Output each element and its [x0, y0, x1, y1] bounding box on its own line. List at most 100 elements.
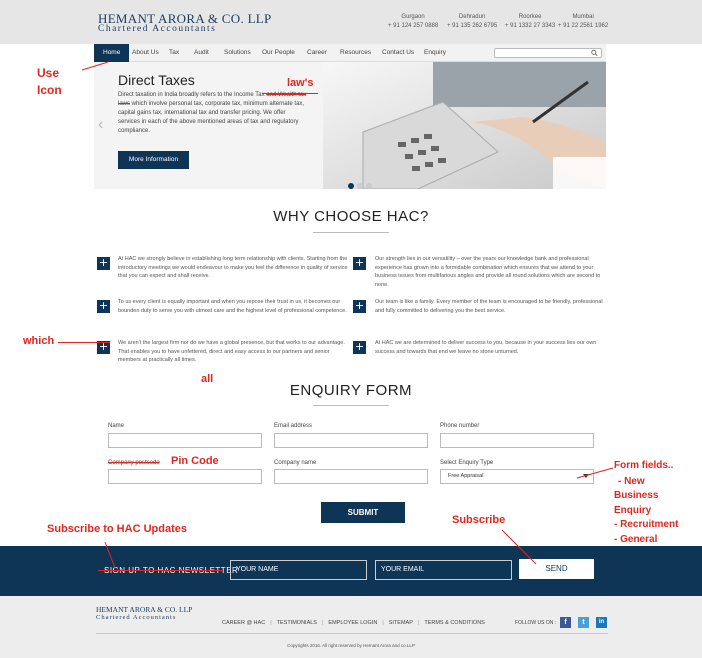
- name-field[interactable]: [108, 433, 262, 448]
- logo-subtitle: Chartered Accountants: [98, 24, 217, 34]
- facebook-icon[interactable]: f: [560, 617, 571, 628]
- title-divider: [313, 232, 389, 233]
- carousel-dot[interactable]: [357, 183, 363, 189]
- annotation-subscribe-updates: Subscribe to HAC Updates: [47, 523, 187, 535]
- annotation-form-fields: Enquiry: [614, 505, 652, 516]
- office-city: Gurgaon: [401, 14, 425, 20]
- footer-separator: |: [270, 620, 272, 626]
- annotation-arrow: [576, 467, 614, 479]
- title-divider: [313, 405, 389, 406]
- carousel-dot[interactable]: [348, 183, 354, 189]
- footer-separator: |: [321, 620, 324, 626]
- why-choose-title: WHY CHOOSE HAC?: [273, 208, 429, 225]
- plus-icon: +: [97, 256, 110, 270]
- name-label: Name: [108, 423, 125, 429]
- annotation-form-fields: - General: [614, 534, 658, 545]
- nav-item-contact-us[interactable]: Contact Us: [382, 44, 414, 62]
- office-dehradun: Dehradun + 91 135 262 6795: [447, 13, 497, 31]
- banner-text-part: Direct taxation in India broadly refers …: [118, 92, 267, 98]
- plus-icon: +: [353, 256, 366, 270]
- phone-label: Phone number: [440, 423, 480, 429]
- banner-title: Direct Taxes: [118, 72, 195, 88]
- plus-icon: +: [353, 299, 366, 313]
- search-input[interactable]: [494, 48, 602, 58]
- nav-item-solutions[interactable]: Solutions: [224, 44, 251, 62]
- enquiry-type-value: Free Appraisal: [448, 473, 484, 479]
- annotation-line: [98, 570, 223, 571]
- footer-link-employee-login[interactable]: EMPLOYEE LOGIN: [328, 620, 377, 626]
- office-city: Roorkee: [518, 14, 542, 20]
- postcode-field[interactable]: [108, 469, 262, 484]
- annotation-form-fields: - New: [618, 476, 645, 487]
- plus-icon: +: [97, 299, 110, 313]
- submit-button[interactable]: SUBMIT: [321, 502, 405, 523]
- nav-item-audit[interactable]: Audit: [194, 44, 209, 62]
- annotation-pin-code: Pin Code: [171, 455, 219, 467]
- footer-divider: [96, 633, 608, 634]
- linkedin-icon[interactable]: in: [596, 617, 607, 628]
- enquiry-form-title: ENQUIRY FORM: [289, 382, 413, 399]
- footer-logo-subtitle: Chartered Accountants: [96, 614, 177, 621]
- nav-item-our-people[interactable]: Our People: [262, 44, 295, 62]
- more-information-button[interactable]: More Information: [118, 151, 189, 169]
- why-item: To us every client is equally important …: [118, 299, 347, 314]
- enquiry-type-label: Select Enquiry Type: [440, 460, 494, 466]
- follow-us-label: FOLLOW US ON :: [515, 620, 557, 626]
- annotation-which: which: [23, 335, 55, 347]
- office-phone: + 91 1332 27 3343: [505, 23, 556, 29]
- annotation-arrow: [501, 529, 537, 565]
- annotation-arrow: [81, 61, 109, 71]
- annotation-line: [58, 342, 110, 343]
- carousel-dots: [348, 176, 375, 189]
- annotation-laws: law's: [287, 77, 314, 89]
- annotation-subscribe: Subscribe: [452, 514, 506, 526]
- nav-item-tax[interactable]: Tax: [169, 44, 179, 62]
- enquiry-type-select[interactable]: Free Appraisal: [440, 469, 594, 484]
- banner-description: Direct taxation in India broadly refers …: [118, 91, 308, 136]
- office-roorkee: Roorkee + 91 1332 27 3343: [505, 13, 555, 31]
- footer-separator: |: [382, 620, 384, 626]
- office-city: Mumbai: [572, 14, 594, 20]
- nav-item-enquiry[interactable]: Enquiry: [424, 44, 446, 62]
- footer-separator: |: [417, 620, 420, 626]
- office-phone: + 91 124 257 0888: [388, 23, 439, 29]
- annotation-all: all: [201, 373, 214, 385]
- main-nav: Home About Us Tax Audit Solutions Our Pe…: [94, 44, 606, 62]
- footer-link-sitemap[interactable]: SITEMAP: [389, 620, 413, 626]
- carousel-dot[interactable]: [366, 183, 372, 189]
- nav-item-career[interactable]: Career: [307, 44, 327, 62]
- footer-link-terms[interactable]: TERMS & CONDITIONS: [424, 620, 485, 626]
- company-field[interactable]: [274, 469, 428, 484]
- newsletter-name-input[interactable]: YOUR NAME: [230, 560, 367, 580]
- footer: HEMANT ARORA & CO. LLP Chartered Account…: [0, 596, 702, 658]
- office-city: Dehradun: [458, 14, 486, 20]
- why-item: At HAC we are determined to deliver succ…: [375, 340, 597, 355]
- copyright-text: Copyrights 2016. All right reserved by H…: [287, 643, 415, 648]
- footer-links: CAREER @ HAC | TESTIMONIALS | EMPLOYEE LOGIN…: [222, 620, 485, 626]
- plus-icon: +: [353, 340, 366, 354]
- annotation-form-fields: - Recruitment: [614, 519, 679, 530]
- annotation-arrow: [104, 541, 116, 569]
- postcode-label: Company postcode: [108, 460, 160, 466]
- twitter-icon[interactable]: t: [578, 617, 589, 628]
- search-icon[interactable]: [591, 49, 598, 57]
- newsletter-email-input[interactable]: YOUR EMAIL: [375, 560, 512, 580]
- annotation-use-icon: Icon: [37, 83, 62, 97]
- banner-text-part: which involve personal tax, corporate ta…: [118, 101, 305, 134]
- carousel-prev-icon[interactable]: ‹: [98, 116, 103, 134]
- why-item: We aren't the largest firm nor do we hav…: [118, 340, 345, 363]
- office-phone: + 91 22 2561 1962: [558, 23, 609, 29]
- phone-field[interactable]: [440, 433, 594, 448]
- company-label: Company name: [274, 460, 317, 466]
- hero-banner: ‹ Direct Taxes Direct taxation in India …: [94, 62, 606, 189]
- annotation-form-fields: Form fields..: [614, 460, 674, 471]
- footer-link-career[interactable]: CAREER @ HAC: [222, 620, 265, 626]
- nav-item-about-us[interactable]: About Us: [132, 44, 159, 62]
- footer-logo-name[interactable]: HEMANT ARORA & CO. LLP: [96, 605, 192, 614]
- footer-link-testimonials[interactable]: TESTIMONIALS: [277, 620, 317, 626]
- why-item: Our team is like a family. Every member …: [375, 299, 603, 314]
- office-phone: + 91 135 262 6795: [447, 23, 498, 29]
- nav-item-resources[interactable]: Resources: [340, 44, 371, 62]
- email-field[interactable]: [274, 433, 428, 448]
- annotation-line: [262, 93, 318, 94]
